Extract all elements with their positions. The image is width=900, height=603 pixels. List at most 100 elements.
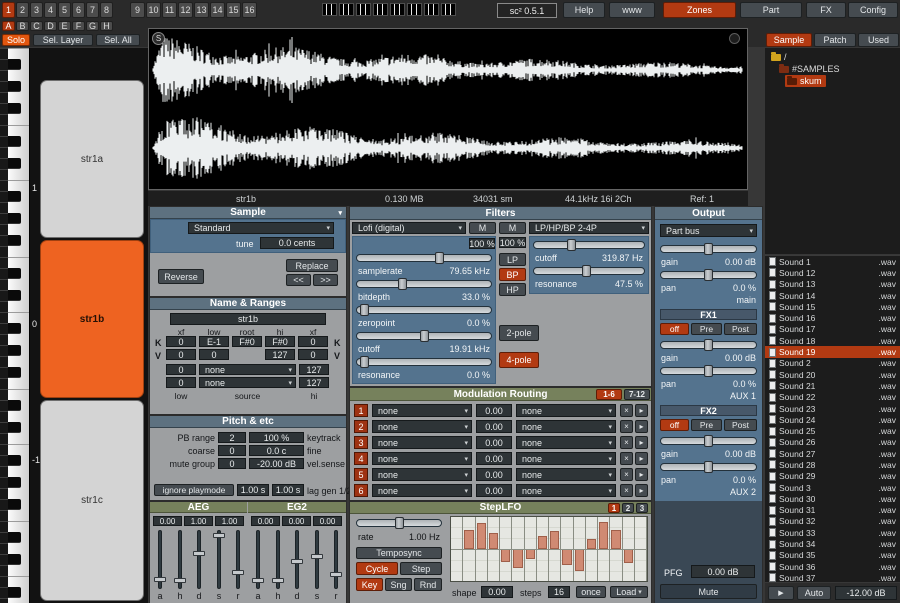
filter2-cutoff-slider[interactable] bbox=[533, 241, 645, 249]
aeg-h-handle[interactable] bbox=[174, 578, 186, 583]
rnd-button[interactable]: Rnd bbox=[414, 578, 442, 591]
black-key[interactable] bbox=[8, 158, 21, 169]
pitch-field2-0[interactable]: 100 % bbox=[249, 432, 304, 443]
file-item-sound-27[interactable]: Sound 27.wav bbox=[765, 448, 900, 459]
step-button[interactable]: Step bbox=[400, 562, 442, 575]
filter1-samplerate-slider[interactable] bbox=[356, 254, 492, 262]
mod-row-2-curve-button[interactable]: ▸ bbox=[635, 420, 648, 433]
file-item-sound-22[interactable]: Sound 22.wav bbox=[765, 392, 900, 403]
file-item-sound-34[interactable]: Sound 34.wav bbox=[765, 538, 900, 549]
file-item-sound-20[interactable]: Sound 20.wav bbox=[765, 369, 900, 380]
steplfo-step-15[interactable] bbox=[623, 517, 635, 581]
steplfo-rate-slider-handle[interactable] bbox=[395, 517, 404, 529]
waveform-channel-right[interactable] bbox=[151, 111, 745, 185]
mod-row-3-source-select[interactable]: none▾ bbox=[372, 436, 472, 449]
select-all-button[interactable]: Sel. All bbox=[96, 34, 140, 46]
piano-keyboard[interactable] bbox=[8, 48, 30, 603]
filter1-resonance-slider-handle[interactable] bbox=[360, 356, 369, 368]
file-item-sound-25[interactable]: Sound 25.wav bbox=[765, 425, 900, 436]
output-button-F[interactable]: F bbox=[72, 21, 85, 31]
steplfo-step-8[interactable] bbox=[537, 517, 549, 581]
steplfo-step-11[interactable] bbox=[574, 517, 586, 581]
mod-row-4-clear-button[interactable]: × bbox=[620, 452, 633, 465]
mod-row-1-amount-field[interactable]: 0.00 bbox=[476, 404, 512, 417]
xfade-source-select[interactable]: none▾ bbox=[199, 364, 296, 375]
ignore-playmode-button[interactable]: ignore playmode bbox=[154, 484, 234, 496]
black-key[interactable] bbox=[8, 477, 21, 488]
aeg-s-slider[interactable] bbox=[217, 530, 221, 589]
channel-button-15[interactable]: 15 bbox=[226, 2, 241, 18]
output-button-E[interactable]: E bbox=[58, 21, 71, 31]
filter1-bitdepth-slider-handle[interactable] bbox=[398, 278, 407, 290]
vel-hi-field[interactable]: 127 bbox=[265, 349, 295, 360]
lfo-tab-3[interactable]: 3 bbox=[636, 503, 648, 513]
mod-row-5-amount-field[interactable]: 0.00 bbox=[476, 468, 512, 481]
eg2-r-handle[interactable] bbox=[330, 572, 342, 577]
replace-button[interactable]: Replace bbox=[286, 259, 338, 272]
mod-row-5-source-select[interactable]: none▾ bbox=[372, 468, 472, 481]
black-key[interactable] bbox=[8, 422, 21, 433]
part-button-3[interactable]: 3 bbox=[30, 2, 43, 18]
mod-row-3-amount-field[interactable]: 0.00 bbox=[476, 436, 512, 449]
filter1-samplerate-slider-handle[interactable] bbox=[435, 252, 444, 264]
cycle-button[interactable]: Cycle bbox=[356, 562, 398, 575]
mod-row-2-source-select[interactable]: none▾ bbox=[372, 420, 472, 433]
playmode-select[interactable]: Standard ▾ bbox=[188, 222, 334, 234]
eg2-d-handle[interactable] bbox=[291, 559, 303, 564]
wave-scroll-knob[interactable] bbox=[729, 33, 740, 44]
file-item-sound-21[interactable]: Sound 21.wav bbox=[765, 380, 900, 391]
xfade-low-field[interactable]: 0 bbox=[166, 364, 196, 375]
key-trigger-button[interactable]: Key bbox=[356, 578, 383, 591]
mod-tab-1-6[interactable]: 1-6 bbox=[596, 389, 622, 400]
fx2-pan-slider-handle[interactable] bbox=[704, 461, 713, 473]
filter2-resonance-slider[interactable] bbox=[533, 267, 645, 275]
part-button-1[interactable]: 1 bbox=[2, 2, 15, 18]
wave-select-badge[interactable]: S bbox=[152, 32, 165, 45]
file-item-sound-18[interactable]: Sound 18.wav bbox=[765, 335, 900, 346]
output-button-C[interactable]: C bbox=[30, 21, 43, 31]
key-low-field[interactable]: E-1 bbox=[199, 336, 229, 347]
nav-zones-tab[interactable]: Zones bbox=[663, 2, 736, 18]
filter1-mute-button[interactable]: M bbox=[469, 222, 496, 234]
aeg-value-1[interactable]: 1.00 bbox=[184, 516, 213, 526]
fx1-gain-slider[interactable] bbox=[660, 341, 757, 349]
file-item-sound-19[interactable]: Sound 19.wav bbox=[765, 346, 900, 357]
eg2-h-handle[interactable] bbox=[272, 578, 284, 583]
mod-tab-7-12[interactable]: 7-12 bbox=[624, 389, 650, 400]
lag1-field[interactable]: 1.00 s bbox=[237, 484, 269, 496]
output-button-H[interactable]: H bbox=[100, 21, 113, 31]
xfade-low-field[interactable]: 0 bbox=[166, 377, 196, 388]
filter1-resonance-slider[interactable] bbox=[356, 358, 492, 366]
file-item-sound-32[interactable]: Sound 32.wav bbox=[765, 516, 900, 527]
preview-play-button[interactable]: ▶ bbox=[768, 586, 794, 600]
steplfo-step-3[interactable] bbox=[476, 517, 488, 581]
black-key[interactable] bbox=[8, 345, 21, 356]
xfade-hi-field[interactable]: 127 bbox=[299, 364, 329, 375]
steplfo-step-1[interactable] bbox=[451, 517, 463, 581]
xfade-source-select[interactable]: none▾ bbox=[199, 377, 296, 388]
black-key[interactable] bbox=[8, 532, 21, 543]
mod-row-6-clear-button[interactable]: × bbox=[620, 484, 633, 497]
pfg-field[interactable]: 0.00 dB bbox=[691, 565, 755, 578]
steplfo-step-5[interactable] bbox=[500, 517, 512, 581]
black-key[interactable] bbox=[8, 136, 21, 147]
filter2-type-select[interactable]: LP/HP/BP 2-4P ▾ bbox=[529, 222, 649, 234]
filter1-cutoff-slider[interactable] bbox=[356, 332, 492, 340]
aeg-s-handle[interactable] bbox=[213, 533, 225, 538]
mod-row-6-source-select[interactable]: none▾ bbox=[372, 484, 472, 497]
eg2-value-0[interactable]: 0.00 bbox=[251, 516, 280, 526]
channel-button-10[interactable]: 10 bbox=[146, 2, 161, 18]
mod-row-2-dest-select[interactable]: none▾ bbox=[516, 420, 616, 433]
load-button[interactable]: Load ▾ bbox=[610, 586, 648, 598]
prev-sample-button[interactable]: << bbox=[286, 274, 311, 286]
mod-row-1-curve-button[interactable]: ▸ bbox=[635, 404, 648, 417]
sng-button[interactable]: Sng bbox=[385, 578, 412, 591]
pitch-field1-0[interactable]: 2 bbox=[218, 432, 246, 443]
mod-row-4-dest-select[interactable]: none▾ bbox=[516, 452, 616, 465]
part-button-6[interactable]: 6 bbox=[72, 2, 85, 18]
steplfo-step-7[interactable] bbox=[525, 517, 537, 581]
black-key[interactable] bbox=[8, 59, 21, 70]
filter1-cutoff-slider-handle[interactable] bbox=[420, 330, 429, 342]
mod-row-6-amount-field[interactable]: 0.00 bbox=[476, 484, 512, 497]
file-item-sound-33[interactable]: Sound 33.wav bbox=[765, 527, 900, 538]
